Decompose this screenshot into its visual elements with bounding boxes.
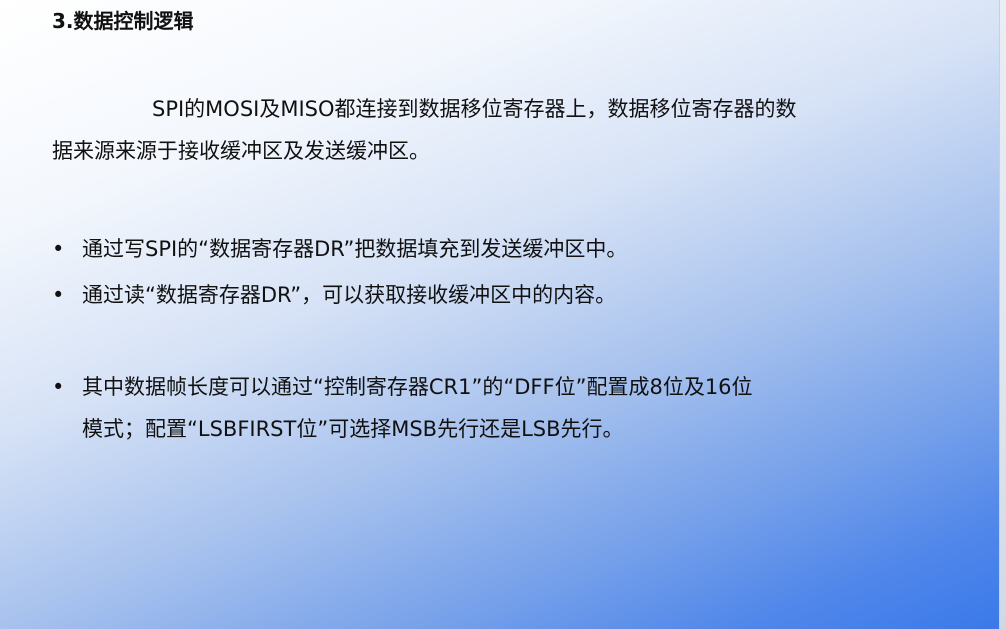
- bullet-dot-icon: •: [52, 375, 65, 399]
- bullet-dot-icon: •: [52, 237, 65, 261]
- bullet-text-line: 通过写SPI的“数据寄存器DR”把数据填充到发送缓冲区中。: [82, 237, 628, 261]
- intro-paragraph-line-2: 据来源来源于接收缓冲区及发送缓冲区。: [52, 139, 430, 163]
- bullet-text-line: 模式；配置“LSBFIRST位”可选择MSB先行还是LSB先行。: [82, 417, 624, 441]
- intro-paragraph: SPI的MOSI及MISO都连接到数据移位寄存器上，数据移位寄存器的数 据来源来…: [52, 88, 942, 172]
- slide-title: 3.数据控制逻辑: [52, 9, 194, 33]
- slide: 3.数据控制逻辑 SPI的MOSI及MISO都连接到数据移位寄存器上，数据移位寄…: [0, 0, 1006, 629]
- bullet-text: 通过写SPI的“数据寄存器DR”把数据填充到发送缓冲区中。: [82, 228, 627, 270]
- bullet-text: 其中数据帧长度可以通过“控制寄存器CR1”的“DFF位”配置成8位及16位 模式…: [82, 366, 753, 450]
- bullet-text-line: 其中数据帧长度可以通过“控制寄存器CR1”的“DFF位”配置成8位及16位: [82, 375, 753, 399]
- window-right-edge: [999, 0, 1006, 629]
- bullet-text: 通过读“数据寄存器DR”，可以获取接收缓冲区中的内容。: [82, 274, 616, 316]
- intro-paragraph-line-1: SPI的MOSI及MISO都连接到数据移位寄存器上，数据移位寄存器的数: [152, 97, 797, 121]
- bullet-text-line: 通过读“数据寄存器DR”，可以获取接收缓冲区中的内容。: [82, 283, 617, 307]
- bullet-dot-icon: •: [52, 283, 65, 307]
